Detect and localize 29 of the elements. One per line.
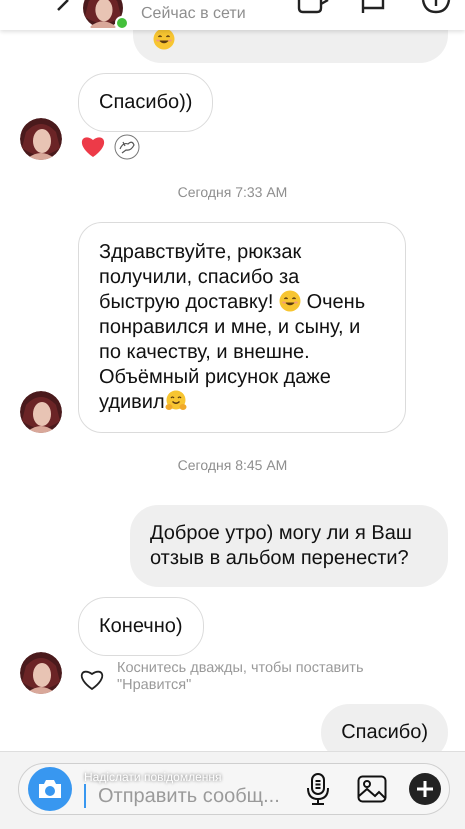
gallery-button[interactable] <box>357 775 387 803</box>
camera-icon <box>37 778 63 800</box>
hugging-face-icon <box>164 390 187 412</box>
message-input[interactable]: Отправить сообщ... <box>84 784 285 808</box>
contact-avatar <box>20 652 62 694</box>
contact-avatar <box>20 391 62 433</box>
camera-button[interactable] <box>28 767 72 811</box>
heart-icon[interactable] <box>79 668 105 692</box>
contact-avatar <box>83 0 123 28</box>
overlay-hint-text: Надіслати повідомлення <box>84 770 222 784</box>
info-icon[interactable] <box>421 0 451 14</box>
add-button[interactable] <box>409 773 441 805</box>
message-bubble: Доброе утро) могу ли я Ваш отзыв в альбом перенести? <box>130 505 448 587</box>
like-hint-text: Коснитесь дважды, чтобы поставить "Нравится" <box>117 660 365 694</box>
message-bubble: Здравствуйте, рюкзак получили, спасибо за быструю доставку! Очень понравился и мне, и сыну, и по качеству, и внешне. Объёмный рисунок даже удивил <box>78 222 406 433</box>
flag-icon[interactable] <box>361 0 385 14</box>
status-text: Сейчас в сети <box>141 4 246 24</box>
message-bubble: Спасибо) <box>321 704 448 751</box>
heart-reaction-icon[interactable] <box>80 135 106 159</box>
microphone-button[interactable] <box>307 773 329 805</box>
smiling-face-icon <box>153 30 175 50</box>
timestamp: Сегодня 7:33 AM <box>176 183 288 202</box>
video-call-icon[interactable] <box>297 0 329 14</box>
smiling-face-icon <box>279 290 302 312</box>
contact-avatar <box>20 118 62 160</box>
message-bubble: Спасибо)) <box>78 73 214 132</box>
message-bubble: Конечно) <box>78 597 204 656</box>
sticker-reaction-icon[interactable] <box>114 134 140 160</box>
timestamp: Сегодня 8:45 AM <box>176 456 288 475</box>
